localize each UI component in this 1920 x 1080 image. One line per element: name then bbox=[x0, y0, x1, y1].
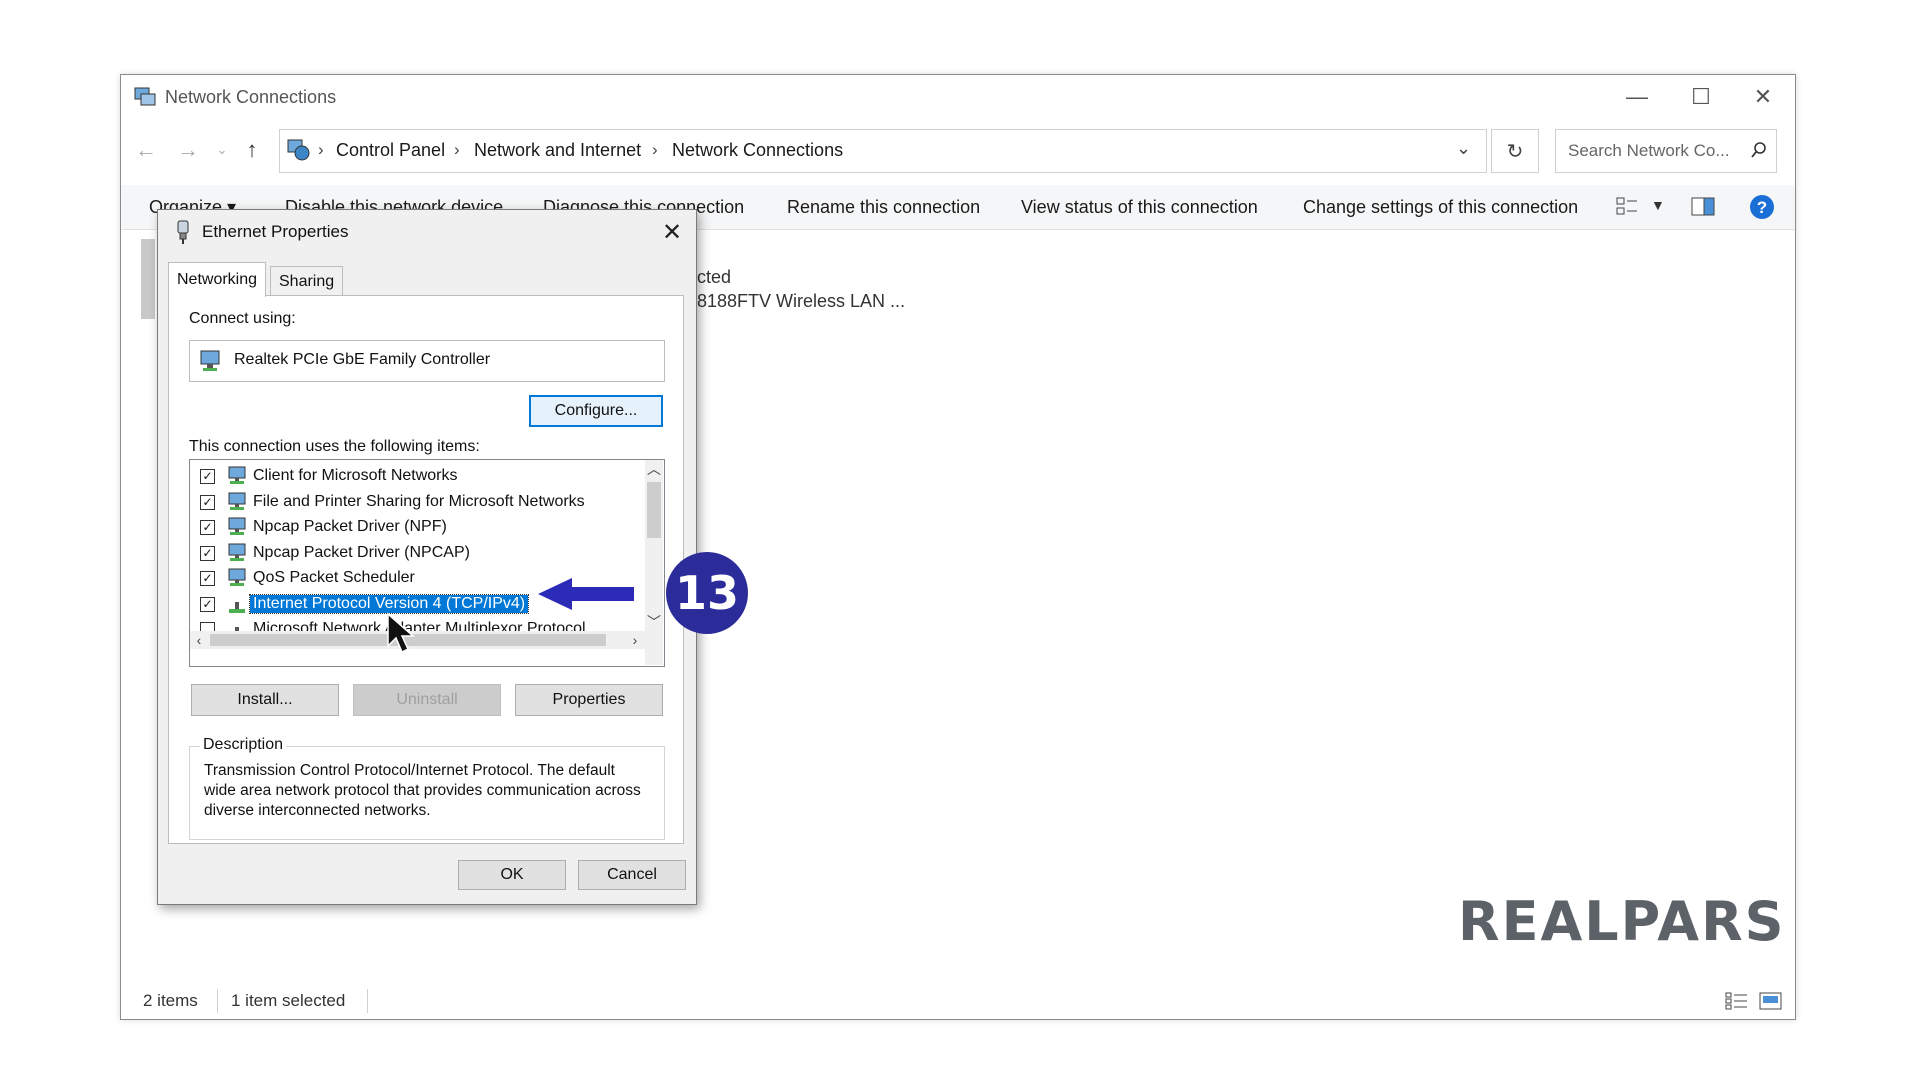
ok-button[interactable]: OK bbox=[458, 860, 566, 890]
dialog-title: Ethernet Properties bbox=[202, 222, 349, 241]
title-bar: Network Connections — ☐ ✕ bbox=[121, 75, 1795, 119]
description-legend: Description bbox=[200, 736, 287, 754]
description-group: Description Transmission Control Protoco… bbox=[189, 736, 665, 840]
component-list-item[interactable]: ✓ File and Printer Sharing for Microsoft … bbox=[190, 490, 640, 515]
details-view-icon[interactable] bbox=[1725, 991, 1749, 1011]
networking-panel: Connect using: Realtek PCIe GbE Family C… bbox=[168, 295, 684, 844]
network-service-icon bbox=[228, 492, 246, 510]
dialog-close-button[interactable]: ✕ bbox=[652, 212, 692, 252]
install-button[interactable]: Install... bbox=[191, 684, 339, 716]
search-input[interactable]: Search Network Co... bbox=[1555, 129, 1777, 173]
close-button[interactable]: ✕ bbox=[1731, 75, 1795, 119]
minimize-button[interactable]: — bbox=[1605, 75, 1669, 119]
component-label: File and Printer Sharing for Microsoft N… bbox=[253, 492, 585, 510]
tab-sharing[interactable]: Sharing bbox=[270, 266, 344, 297]
forward-icon[interactable]: → bbox=[173, 135, 203, 165]
vertical-scrollbar[interactable]: ︿ ﹀ bbox=[645, 460, 663, 631]
recent-locations-icon[interactable]: ⌄ bbox=[207, 135, 237, 165]
component-label: Npcap Packet Driver (NPCAP) bbox=[253, 543, 470, 561]
realpars-logo: REALPARS bbox=[1458, 890, 1786, 953]
adapter-name: Realtek PCIe GbE Family Controller bbox=[234, 351, 491, 368]
checkbox-checked-icon[interactable]: ✓ bbox=[200, 520, 215, 535]
network-connections-icon bbox=[134, 87, 156, 106]
status-divider bbox=[367, 989, 368, 1013]
checkbox-checked-icon[interactable]: ✓ bbox=[200, 469, 215, 484]
mouse-cursor-icon bbox=[387, 612, 415, 654]
component-list-item[interactable]: ✓ Npcap Packet Driver (NPCAP) bbox=[190, 541, 640, 566]
help-icon[interactable]: ? bbox=[1749, 194, 1775, 220]
address-row: ← → ⌄ ↑ › Control Panel › Network and In… bbox=[121, 127, 1795, 173]
up-icon[interactable]: ↑ bbox=[237, 135, 267, 165]
component-label: QoS Packet Scheduler bbox=[253, 569, 415, 586]
component-label: Client for Microsoft Networks bbox=[253, 467, 458, 484]
component-label: Internet Protocol Version 4 (TCP/IPv4) bbox=[248, 593, 530, 614]
scroll-left-icon[interactable]: ‹ bbox=[190, 631, 208, 649]
scroll-down-icon[interactable]: ﹀ bbox=[645, 613, 663, 631]
ethernet-icon bbox=[177, 220, 189, 244]
connection-device-fragment: 8188FTV Wireless LAN ... bbox=[697, 291, 906, 311]
selected-count: 1 item selected bbox=[231, 991, 346, 1010]
tab-networking[interactable]: Networking bbox=[168, 262, 267, 297]
network-service-icon bbox=[228, 568, 246, 586]
scroll-up-icon[interactable]: ︿ bbox=[645, 460, 663, 478]
address-dropdown-icon[interactable]: ⌄ bbox=[1456, 138, 1471, 159]
breadcrumb-network-connections[interactable]: Network Connections bbox=[672, 140, 843, 161]
checkbox-checked-icon[interactable]: ✓ bbox=[200, 596, 215, 612]
view-options-icon[interactable] bbox=[1615, 195, 1641, 219]
scroll-thumb[interactable] bbox=[647, 482, 661, 538]
uninstall-button[interactable]: Uninstall bbox=[353, 684, 501, 716]
view-status-button[interactable]: View status of this connection bbox=[1021, 197, 1258, 218]
network-adapter-icon bbox=[200, 350, 220, 371]
address-bar[interactable]: › Control Panel › Network and Internet ›… bbox=[279, 129, 1487, 173]
component-list-item[interactable]: ✓ Client for Microsoft Networks bbox=[190, 464, 640, 489]
search-placeholder: Search Network Co... bbox=[1568, 141, 1730, 160]
connect-using-label: Connect using: bbox=[189, 310, 296, 327]
status-bar: 2 items 1 item selected bbox=[121, 983, 1795, 1019]
maximize-button[interactable]: ☐ bbox=[1669, 75, 1733, 119]
network-service-icon bbox=[228, 543, 246, 561]
breadcrumb-control-panel[interactable]: Control Panel bbox=[336, 140, 445, 161]
ethernet-properties-dialog: Ethernet Properties ✕ Networking Sharing… bbox=[157, 209, 697, 905]
breadcrumb-separator-icon: › bbox=[652, 140, 658, 159]
rename-button[interactable]: Rename this connection bbox=[787, 197, 980, 218]
protocol-icon bbox=[229, 601, 245, 613]
step-number-badge: 13 bbox=[666, 552, 748, 634]
breadcrumb-separator-icon: › bbox=[454, 140, 460, 159]
breadcrumb-separator-icon: › bbox=[318, 140, 324, 159]
search-icon bbox=[1751, 142, 1766, 158]
network-client-icon bbox=[228, 466, 246, 484]
checkbox-checked-icon[interactable]: ✓ bbox=[200, 494, 215, 510]
properties-button[interactable]: Properties bbox=[515, 684, 663, 716]
change-settings-button[interactable]: Change settings of this connection bbox=[1303, 197, 1578, 218]
control-panel-icon bbox=[287, 139, 310, 161]
components-list: ✓ Client for Microsoft Networks ✓ File and … bbox=[189, 459, 665, 667]
preview-pane-icon[interactable] bbox=[1691, 196, 1717, 218]
view-dropdown-icon[interactable]: ▼ bbox=[1651, 197, 1665, 213]
horizontal-scrollbar[interactable]: ‹ › bbox=[190, 631, 645, 649]
window-title: Network Connections bbox=[165, 87, 337, 107]
adapter-field: Realtek PCIe GbE Family Controller bbox=[189, 340, 665, 382]
item-count: 2 items bbox=[143, 991, 198, 1010]
status-divider bbox=[217, 989, 218, 1013]
network-service-icon bbox=[228, 517, 246, 535]
description-text: Transmission Control Protocol/Internet P… bbox=[204, 762, 641, 819]
back-icon[interactable]: ← bbox=[131, 135, 161, 165]
breadcrumb-network-and-internet[interactable]: Network and Internet bbox=[474, 140, 641, 161]
connection-status-fragment: cted bbox=[697, 267, 732, 287]
pointer-arrow-icon bbox=[538, 578, 634, 610]
refresh-icon[interactable]: ↻ bbox=[1491, 129, 1539, 173]
items-label: This connection uses the following items… bbox=[189, 438, 480, 455]
cancel-button[interactable]: Cancel bbox=[578, 860, 686, 890]
svg-text:?: ? bbox=[1757, 198, 1767, 217]
component-label: Npcap Packet Driver (NPF) bbox=[253, 518, 447, 535]
checkbox-checked-icon[interactable]: ✓ bbox=[200, 545, 215, 561]
scroll-corner bbox=[645, 631, 663, 665]
component-list-item[interactable]: ✓ Npcap Packet Driver (NPF) bbox=[190, 515, 640, 540]
scroll-right-icon[interactable]: › bbox=[626, 631, 644, 649]
configure-button[interactable]: Configure... bbox=[529, 395, 663, 427]
checkbox-checked-icon[interactable]: ✓ bbox=[200, 571, 215, 586]
connection-icon-partial bbox=[141, 239, 155, 319]
large-icons-view-icon[interactable] bbox=[1759, 991, 1783, 1011]
